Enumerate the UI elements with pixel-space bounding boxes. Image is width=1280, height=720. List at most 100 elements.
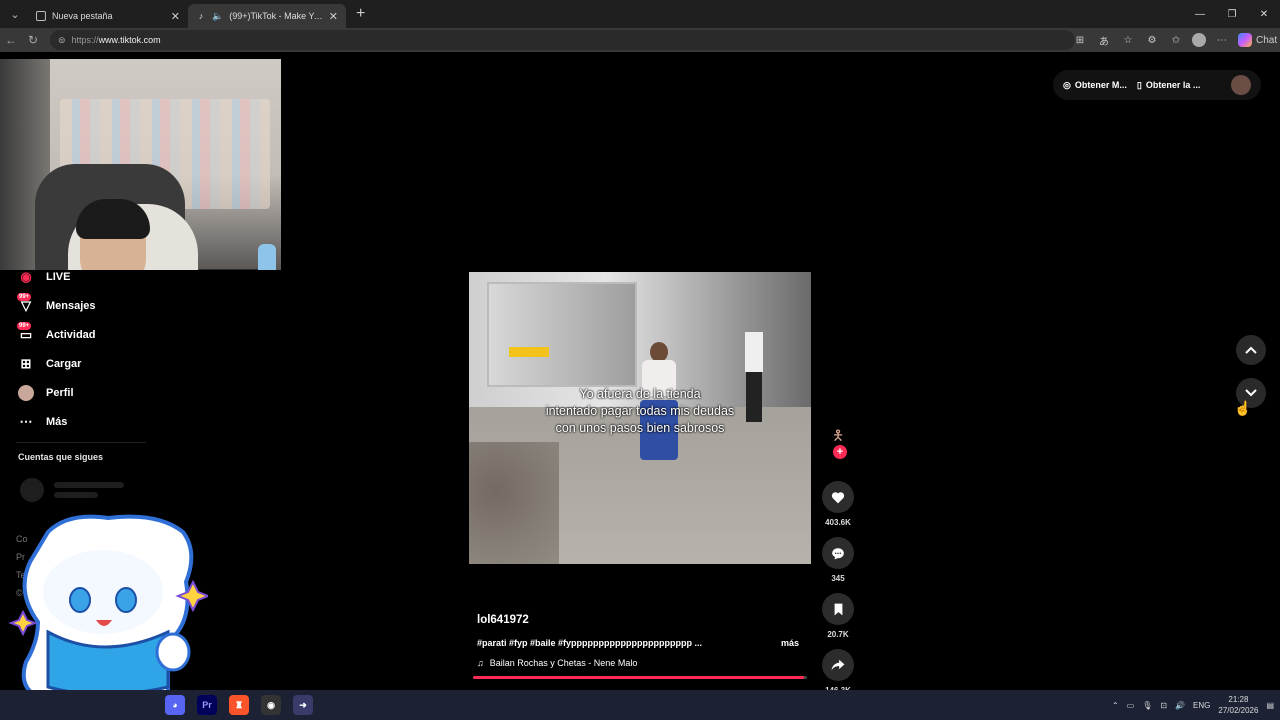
tab-new-tab[interactable]: Nueva pestaña ✕ <box>28 4 188 28</box>
get-coins-button[interactable]: ◎ Obtener M... <box>1063 80 1127 91</box>
following-placeholder-row <box>20 478 124 502</box>
site-info-icon[interactable]: ⊜ <box>58 35 66 46</box>
video-player[interactable]: Yo afuera de la tienda intentado pagar t… <box>469 272 811 564</box>
tab-actions-menu-icon[interactable]: ⌄ <box>2 4 28 24</box>
get-app-button[interactable]: ▯ Obtener la ... <box>1137 80 1200 91</box>
sidebar-divider <box>16 442 146 443</box>
heart-icon <box>831 491 845 503</box>
sidebar-item-more[interactable]: ⋯ Más <box>16 407 156 436</box>
webcam-keychain <box>258 244 276 270</box>
premiere-icon[interactable]: Pr <box>197 695 217 715</box>
sidebar-item-messages[interactable]: ▽ 99+ Mensajes <box>16 291 156 320</box>
window-controls: — ❐ ✕ <box>1184 0 1280 28</box>
chevron-up-icon <box>1245 346 1257 354</box>
extensions-icon[interactable]: ⚙ <box>1144 35 1160 46</box>
video-store-door <box>487 282 637 387</box>
new-tab-icon <box>36 11 46 21</box>
url-host: www.tiktok.com <box>98 35 161 45</box>
sidebar-item-activity[interactable]: ▭ 99+ Actividad <box>16 320 156 349</box>
follow-plus-button[interactable]: + <box>833 445 847 459</box>
refresh-icon[interactable]: ↻ <box>22 33 44 47</box>
share-button[interactable] <box>822 649 854 681</box>
save-count: 20.7K <box>827 630 849 639</box>
caption-line: intentado pagar todas mis deudas <box>545 404 735 418</box>
caption-line: Yo afuera de la tienda <box>579 387 701 401</box>
chat-label: Chat <box>1256 34 1278 46</box>
speaker-icon[interactable]: 🔈 <box>212 11 223 22</box>
get-app-label: Obtener la ... <box>1145 80 1201 90</box>
webcam-person-hair <box>76 199 150 239</box>
following-title: Cuentas que sigues <box>18 452 104 462</box>
share-icon <box>831 659 845 671</box>
video-store-sign <box>509 347 549 357</box>
app-icon[interactable]: ➜ <box>293 695 313 715</box>
windows-taskbar: ◕ Pr ♜ ◉ ➜ ⌃ ▭ 🎙 ⊡ 🔊 ENG 21:28 27/02/202… <box>0 690 1280 720</box>
taskbar-apps: ◕ Pr ♜ ◉ ➜ <box>165 695 313 715</box>
microphone-icon[interactable]: 🎙 <box>1142 701 1152 710</box>
phone-icon: ▯ <box>1136 79 1142 90</box>
save-button[interactable] <box>822 593 854 625</box>
notifications-icon[interactable]: ▤ <box>1266 701 1274 710</box>
address-field[interactable]: ⊜ https:// www.tiktok.com <box>50 30 1075 50</box>
video-username[interactable]: lol641972 <box>477 614 807 626</box>
activity-icon: ▭ 99+ <box>17 321 33 342</box>
sidebar-item-label: Más <box>46 415 68 428</box>
profile-avatar <box>18 384 34 401</box>
sidebar-item-upload[interactable]: ⊞ Cargar <box>16 349 156 378</box>
close-window-icon[interactable]: ✕ <box>1248 0 1280 28</box>
back-icon[interactable]: ← <box>0 33 22 47</box>
profile-avatar[interactable] <box>1192 33 1206 47</box>
clock[interactable]: 21:28 27/02/2026 <box>1218 694 1258 716</box>
restore-icon[interactable]: ❐ <box>1216 0 1248 28</box>
input-language[interactable]: ENG <box>1193 701 1210 710</box>
tiktok-icon: ♪ <box>198 11 204 21</box>
video-progress-bar[interactable] <box>473 676 807 679</box>
coin-icon: ◎ <box>1063 79 1071 90</box>
sidebar-item-profile[interactable]: Perfil <box>16 378 156 407</box>
favorite-star-icon[interactable]: ☆ <box>1120 35 1136 46</box>
copilot-chat-button[interactable]: Chat <box>1238 33 1278 47</box>
clock-time: 21:28 <box>1228 695 1249 704</box>
author-avatar[interactable]: 🯅 + <box>826 425 850 459</box>
brave-icon[interactable]: ♜ <box>229 695 249 715</box>
favorites-icon[interactable]: ✩ <box>1168 35 1184 46</box>
comment-button[interactable] <box>822 537 854 569</box>
more-button[interactable]: más <box>781 638 799 648</box>
new-tab-button[interactable]: + <box>356 5 365 23</box>
volume-icon[interactable]: 🔊 <box>1175 701 1185 710</box>
discord-icon[interactable]: ◕ <box>165 695 185 715</box>
obs-icon[interactable]: ◉ <box>261 695 281 715</box>
network-icon[interactable]: ⊡ <box>1160 701 1167 710</box>
clock-date: 27/02/2026 <box>1218 706 1259 715</box>
browser-titlebar: ⌄ Nueva pestaña ✕ ♪ 🔈 (99+)TikTok - Make… <box>0 0 1280 28</box>
translate-icon[interactable]: あ <box>1096 33 1112 48</box>
app-available-icon[interactable]: ⊞ <box>1072 35 1088 46</box>
video-progress-fill <box>473 676 804 679</box>
music-line[interactable]: ♫ Bailan Rochas y Chetas - Nene Malo <box>477 658 637 668</box>
tab-tiktok[interactable]: ♪ 🔈 (99+)TikTok - Make Your Day ✕ <box>188 4 346 28</box>
chevron-down-icon <box>1245 389 1257 397</box>
sidebar-nav: ◉ LIVE ▽ 99+ Mensajes ▭ 99+ Actividad ⊞ Ca… <box>16 262 156 436</box>
like-button[interactable] <box>822 481 854 513</box>
user-avatar[interactable] <box>1231 75 1251 95</box>
topbar-actions: ◎ Obtener M... ▯ Obtener la ... <box>1053 70 1261 100</box>
url-protocol: https:// <box>71 35 99 45</box>
activity-badge: 99+ <box>17 321 32 330</box>
close-tab-icon[interactable]: ✕ <box>329 10 338 23</box>
previous-video-button[interactable] <box>1236 335 1266 365</box>
video-hashtags[interactable]: #parati #fyp #baile #fyppppppppppppppppp… <box>477 638 727 648</box>
close-tab-icon[interactable]: ✕ <box>171 10 180 23</box>
system-tray: ⌃ ▭ 🎙 ⊡ 🔊 ENG 21:28 27/02/2026 ▤ <box>1112 690 1274 720</box>
music-note-icon: ♫ <box>477 658 484 668</box>
comment-icon <box>832 547 844 559</box>
minimize-icon[interactable]: — <box>1184 0 1216 28</box>
webcam-overlay <box>0 59 281 270</box>
more-menu-icon[interactable]: ⋯ <box>1214 35 1230 46</box>
tray-expand-icon[interactable]: ⌃ <box>1112 701 1119 710</box>
sidebar-item-label: Cargar <box>46 357 82 370</box>
sidebar-item-label: Mensajes <box>46 299 96 312</box>
battery-icon[interactable]: ▭ <box>1127 701 1135 710</box>
mascot-overlay <box>8 514 208 703</box>
text-placeholder <box>54 482 124 498</box>
bookmark-icon <box>834 603 842 615</box>
